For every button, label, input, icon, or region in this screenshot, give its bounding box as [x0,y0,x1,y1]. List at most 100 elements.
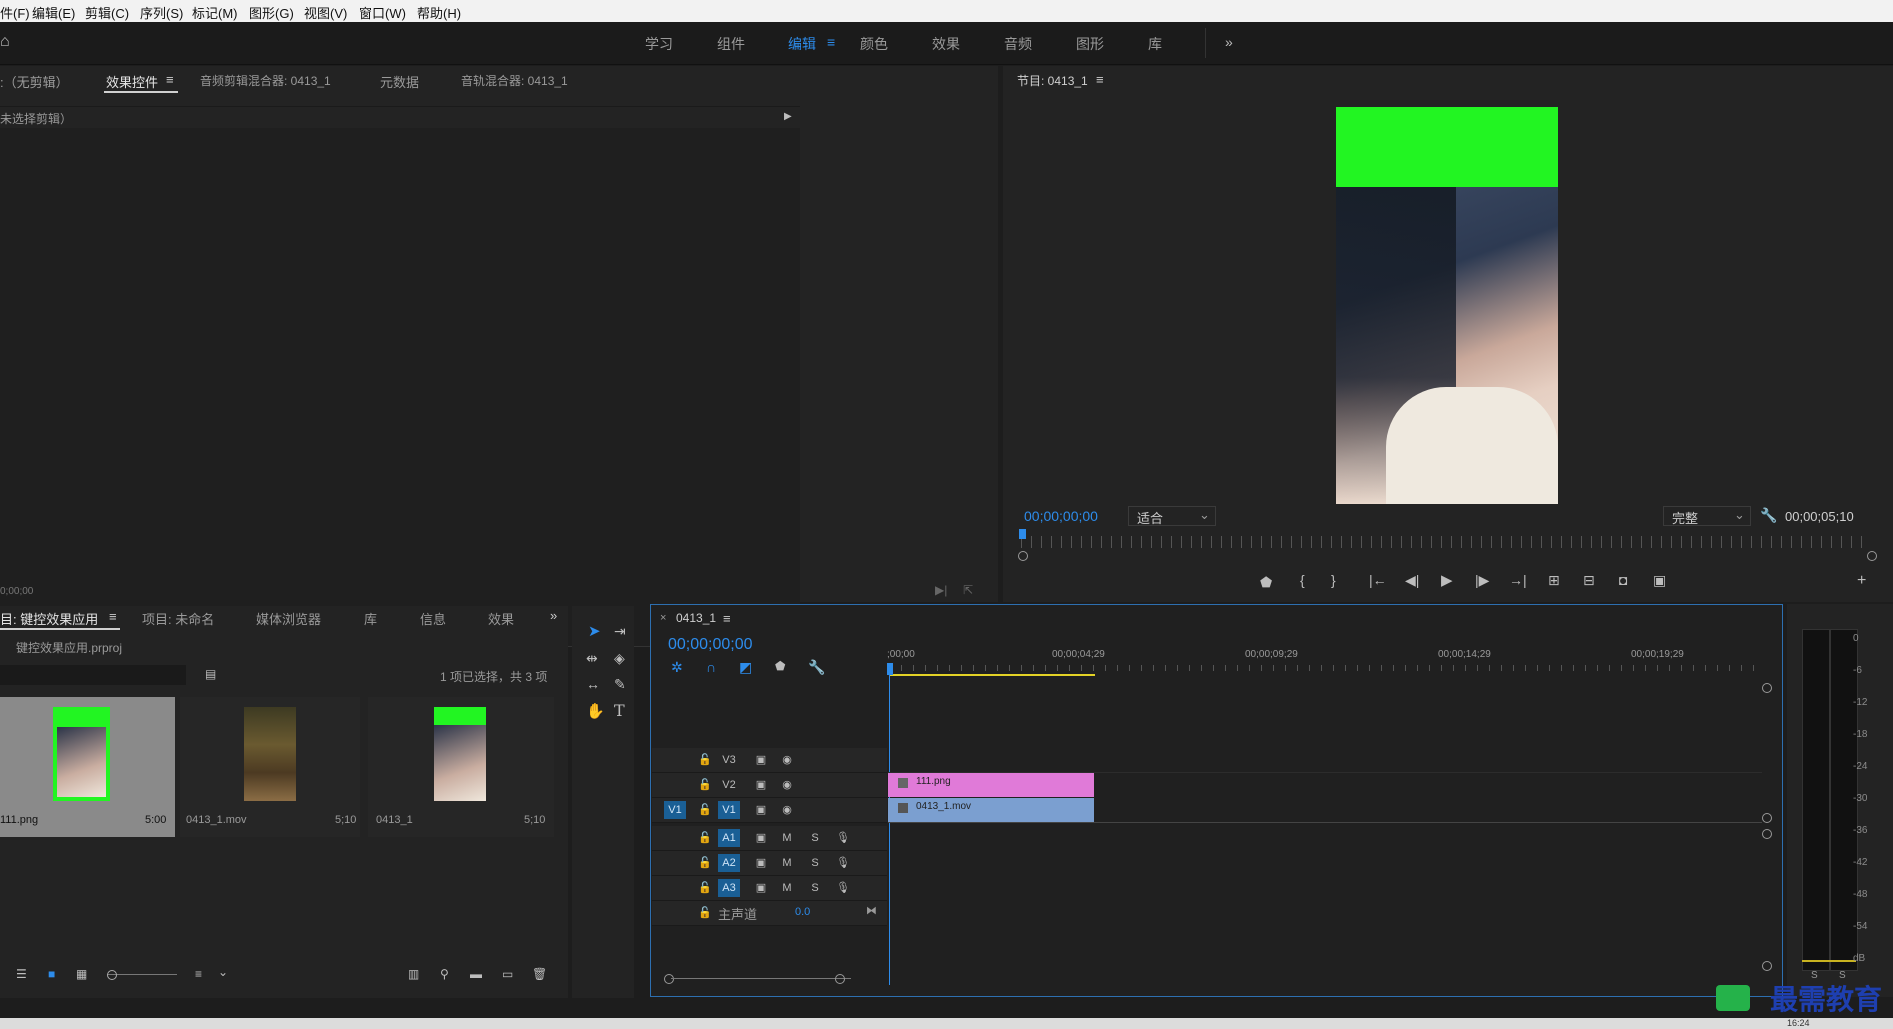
solo-button[interactable]: S [804,854,826,872]
close-icon[interactable]: × [660,612,666,624]
menu-help[interactable]: 帮助(H) [417,3,461,22]
tab-project-untitled[interactable]: 项目: 未命名 [142,609,214,628]
workspace-audio[interactable]: 音频 [1004,34,1032,54]
track-label[interactable]: V1 [718,801,740,819]
mute-button[interactable]: M [776,854,798,872]
program-timecode[interactable]: 00;00;00;00 [1024,508,1098,524]
work-area-bar[interactable] [889,674,1095,676]
timeline-playhead[interactable] [887,663,893,675]
tab-libraries[interactable]: 库 [364,609,377,628]
extract-icon[interactable]: ⊟ [1583,573,1595,587]
menu-view[interactable]: 视图(V) [304,3,347,22]
hand-tool-icon[interactable]: ✋ [586,704,605,719]
snap-icon[interactable]: ∩ [706,660,716,674]
zoom-handle-right[interactable] [1867,551,1877,561]
icon-view-icon[interactable]: ■ [48,968,55,980]
automate-icon[interactable]: ▥ [408,968,419,980]
program-scrubber[interactable] [1021,536,1871,548]
scroll-handle[interactable] [1762,961,1772,971]
menu-edit[interactable]: 编辑(E) [32,3,75,22]
tab-menu-icon[interactable]: ≡ [166,72,174,87]
zoom-slider-handle[interactable] [107,970,117,980]
scroll-handle[interactable] [1762,683,1772,693]
workspace-libraries[interactable]: 库 [1148,34,1162,54]
microphone-icon[interactable]: 🎙 [832,854,854,872]
solo-button[interactable]: S [804,829,826,847]
eye-icon[interactable]: ◉ [776,801,798,819]
program-menu-icon[interactable]: ≡ [1096,72,1104,87]
clip-0413-mov[interactable]: 0413_1.mov [888,798,1094,822]
type-tool-icon[interactable]: T [614,703,625,719]
sync-lock-icon[interactable]: ▣ [750,829,772,847]
freeform-view-icon[interactable]: ▦ [76,968,87,980]
chevron-down-icon[interactable]: ⌄ [218,966,228,978]
project-item[interactable]: 0413_1 5;10 [368,697,554,837]
microphone-icon[interactable]: 🎙 [832,879,854,897]
go-to-edit-icon[interactable]: ⧓ [866,904,877,917]
microphone-icon[interactable]: 🎙 [832,829,854,847]
tab-project-current[interactable]: 目: 键控效果应用 [0,609,98,628]
add-button-icon[interactable]: + [1857,573,1866,589]
lock-icon[interactable]: 🔓 [694,801,716,819]
workspace-menu-icon[interactable]: ≡ [827,34,835,50]
camera-icon[interactable]: ◘ [1619,573,1627,587]
h-scroll-handle-left[interactable] [664,974,674,984]
eye-icon[interactable]: ◉ [776,776,798,794]
solo-button[interactable]: S [804,879,826,897]
workspace-editing[interactable]: 编辑 [788,34,816,54]
ripple-edit-tool-icon[interactable]: ⇹ [586,651,598,665]
workspace-assembly[interactable]: 组件 [717,34,745,54]
selection-tool-icon[interactable]: ➤ [588,624,601,639]
add-marker-icon[interactable]: ⬟ [775,660,785,672]
new-item-icon[interactable]: ▭ [502,968,513,980]
tab-audio-clip-mixer[interactable]: 音频剪辑混合器: 0413_1 [200,72,331,89]
list-view-icon[interactable]: ☰ [16,968,27,980]
slip-tool-icon[interactable]: ↔ [586,677,600,691]
scroll-handle[interactable] [1762,813,1772,823]
track-label[interactable]: A1 [718,829,740,847]
eye-icon[interactable]: ◉ [776,751,798,769]
h-scrollbar[interactable] [671,978,851,979]
export-icon[interactable]: ⇱ [963,584,973,596]
tab-source[interactable]: :（无剪辑） [0,72,69,91]
tab-info[interactable]: 信息 [420,609,446,628]
new-bin-icon[interactable]: ▤ [205,668,216,680]
track-label[interactable]: V3 [718,751,740,769]
add-marker-icon[interactable]: ⬟ [1260,575,1272,589]
time-ruler[interactable] [889,665,1763,671]
workspace-graphics[interactable]: 图形 [1076,34,1104,54]
go-to-in-icon[interactable]: |← [1369,573,1387,587]
clip-111-png[interactable]: 111.png [888,773,1094,797]
workspace-effects[interactable]: 效果 [932,34,960,54]
master-volume[interactable]: 0.0 [795,906,810,918]
tab-menu-icon[interactable]: ≡ [109,609,117,624]
lock-icon[interactable]: 🔓 [694,854,716,872]
pen-tool-icon[interactable]: ✎ [614,677,626,691]
track-select-tool-icon[interactable]: ⇥ [614,624,626,638]
sort-icon[interactable]: ≡ [195,968,202,980]
project-item-selected[interactable]: 111.png 5:00 [0,697,175,837]
mute-button[interactable]: M [776,879,798,897]
mute-button[interactable]: M [776,829,798,847]
search-input[interactable] [0,665,186,685]
zoom-handle-left[interactable] [1018,551,1028,561]
home-icon[interactable]: ⌂ [0,34,10,50]
quality-dropdown[interactable]: 完整 ⌄ [1663,506,1751,526]
folder-icon[interactable]: ▬ [470,968,482,980]
mark-in-icon[interactable]: { [1300,573,1305,587]
track-label[interactable]: V2 [718,776,740,794]
tab-audio-track-mixer[interactable]: 音轨混合器: 0413_1 [461,72,568,89]
menu-clip[interactable]: 剪辑(C) [85,3,129,22]
source-patch[interactable]: V1 [664,801,686,819]
program-title[interactable]: 节目: 0413_1 [1017,72,1088,89]
menu-window[interactable]: 窗口(W) [359,3,406,22]
menu-sequence[interactable]: 序列(S) [140,3,183,22]
sync-lock-icon[interactable]: ▣ [750,801,772,819]
wrench-icon[interactable]: 🔧 [808,660,825,674]
sync-lock-icon[interactable]: ▣ [750,854,772,872]
lock-icon[interactable]: 🔓 [694,829,716,847]
lock-icon[interactable]: 🔓 [694,776,716,794]
sync-lock-icon[interactable]: ▣ [750,776,772,794]
comparison-view-icon[interactable]: ▣ [1653,573,1666,587]
menu-graphics[interactable]: 图形(G) [249,3,294,22]
